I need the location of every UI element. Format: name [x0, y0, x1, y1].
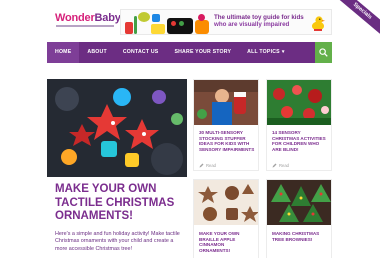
article-card[interactable]: 30 MULTI-SENSORY STOCKING STUFFER IDEAS … — [193, 79, 259, 171]
card-meta: Read — [199, 163, 216, 168]
article-card[interactable]: 14 SENSORY CHRISTMAS ACTIVITIES FOR CHIL… — [266, 79, 332, 171]
logo-baby: Baby — [94, 12, 121, 24]
boy-with-stocking-photo — [194, 80, 258, 125]
logo-tagline-bar — [56, 25, 114, 27]
search-icon — [319, 48, 328, 57]
card-image — [194, 180, 258, 225]
nav-item-all-topics[interactable]: ALL TOPICS ▾ — [239, 42, 292, 63]
main-content: MAKE YOUR OWN TACTILE CHRISTMAS ORNAMENT… — [47, 73, 332, 258]
article-card[interactable]: MAKING CHRISTMAS TREE BROWNIES! — [266, 179, 332, 258]
card-image — [267, 80, 331, 125]
pencil-icon — [272, 163, 277, 168]
logo-wonder: Wonder — [55, 12, 95, 24]
card-meta-label: Read — [206, 163, 217, 168]
toy-blue-ball — [152, 14, 160, 22]
toy-guide-banner[interactable]: The ultimate toy guide for kids who are … — [120, 9, 332, 35]
duck-icon — [312, 16, 325, 31]
nav-all-topics-label: ALL TOPICS — [247, 49, 280, 55]
search-button[interactable] — [315, 42, 332, 63]
article-card[interactable]: MAKE YOUR OWN BRAILLE APPLE CINNAMON ORN… — [193, 179, 259, 258]
hero-title[interactable]: MAKE YOUR OWN TACTILE CHRISTMAS ORNAMENT… — [55, 183, 187, 224]
card-title[interactable]: MAKING CHRISTMAS TREE BROWNIES! — [272, 231, 328, 242]
card-image — [194, 80, 258, 125]
site-logo[interactable]: WonderBaby® — [55, 12, 124, 24]
toy-pink-ball — [198, 14, 205, 21]
card-meta: Read — [272, 163, 289, 168]
pencil-icon — [199, 163, 204, 168]
toy-case-dot-red — [171, 21, 176, 26]
nav-item-contact-us[interactable]: CONTACT US — [115, 42, 167, 63]
toy-green-stick — [134, 16, 137, 34]
card-title[interactable]: 30 MULTI-SENSORY STOCKING STUFFER IDEAS … — [199, 130, 255, 152]
hero-description: Here's a simple and fun holiday activity… — [55, 231, 180, 252]
card-title[interactable]: 14 SENSORY CHRISTMAS ACTIVITIES FOR CHIL… — [272, 130, 328, 152]
main-nav: HOME ABOUT CONTACT US SHARE YOUR STORY A… — [47, 42, 332, 63]
toy-ring — [138, 12, 150, 22]
site-header: WonderBaby® The ultimate toy guide for k… — [0, 0, 380, 42]
card-title[interactable]: MAKE YOUR OWN BRAILLE APPLE CINNAMON ORN… — [199, 231, 255, 253]
tree-brownies-photo — [267, 180, 331, 225]
toy-yellow-box — [151, 24, 165, 34]
toy-case-dot-green — [179, 21, 184, 26]
toy-orange-block — [195, 20, 209, 34]
banner-text: The ultimate toy guide for kids who are … — [214, 14, 314, 29]
hero-image[interactable] — [47, 79, 187, 177]
card-meta-label: Read — [279, 163, 290, 168]
corner-ribbon[interactable]: Specials — [327, 0, 380, 42]
nav-item-about[interactable]: ABOUT — [79, 42, 114, 63]
cinnamon-ornaments-photo — [194, 180, 258, 225]
toy-red-block — [125, 22, 133, 34]
ornaments-photo — [47, 79, 187, 177]
banner-line-1: The ultimate toy guide for kids — [214, 14, 304, 21]
nav-item-home[interactable]: HOME — [47, 42, 80, 63]
nav-item-share-your-story[interactable]: SHARE YOUR STORY — [166, 42, 239, 63]
chevron-down-icon: ▾ — [281, 49, 285, 55]
christmas-ornaments-photo — [267, 80, 331, 125]
card-image — [267, 180, 331, 225]
banner-line-2: who are visually impaired — [214, 21, 290, 29]
